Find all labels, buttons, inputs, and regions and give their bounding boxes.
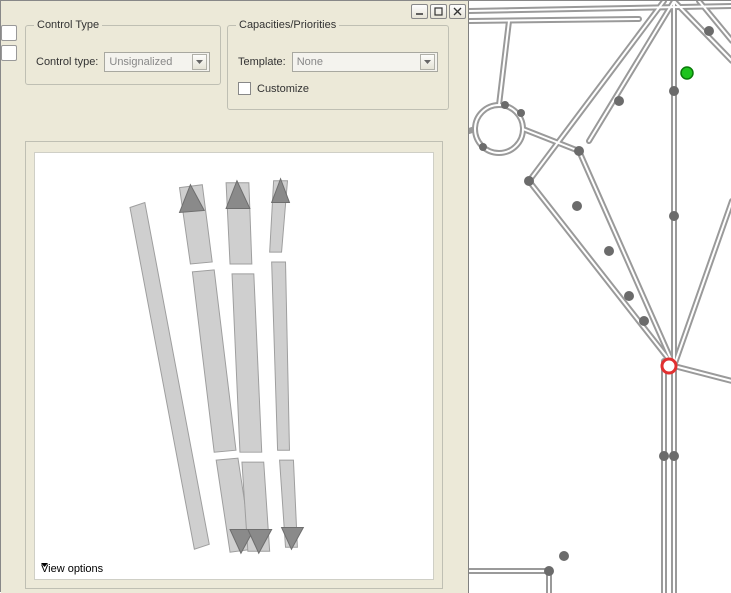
capacities-priorities-group: Capacities/Priorities Template: None Cus… bbox=[227, 25, 449, 110]
preview-frame: View options bbox=[25, 141, 443, 589]
left-tool-column bbox=[1, 25, 21, 65]
template-select[interactable]: None bbox=[292, 52, 438, 72]
junction-preview-canvas[interactable]: View options bbox=[34, 152, 434, 580]
selected-node-marker[interactable] bbox=[662, 359, 676, 373]
active-node-marker[interactable] bbox=[681, 67, 693, 79]
junction-dialog-panel: Control Type Control type: Unsignalized … bbox=[1, 1, 469, 593]
control-type-title: Control Type bbox=[34, 19, 102, 31]
chevron-down-icon bbox=[41, 563, 103, 575]
chevron-down-icon bbox=[420, 54, 435, 70]
control-type-group: Control Type Control type: Unsignalized bbox=[25, 25, 221, 85]
minimize-button[interactable] bbox=[411, 4, 428, 19]
control-type-value: Unsignalized bbox=[109, 56, 172, 68]
customize-label: Customize bbox=[257, 83, 309, 95]
control-type-select[interactable]: Unsignalized bbox=[104, 52, 210, 72]
tool-button-2[interactable] bbox=[1, 45, 17, 61]
window-titlebar-buttons bbox=[411, 1, 468, 21]
control-type-label: Control type: bbox=[36, 56, 98, 68]
capacities-title: Capacities/Priorities bbox=[236, 19, 339, 31]
chevron-down-icon bbox=[192, 54, 207, 70]
maximize-button[interactable] bbox=[430, 4, 447, 19]
customize-checkbox[interactable] bbox=[238, 82, 251, 95]
view-options-button[interactable]: View options bbox=[41, 563, 103, 575]
close-button[interactable] bbox=[449, 4, 466, 19]
tool-button-1[interactable] bbox=[1, 25, 17, 41]
template-value: None bbox=[297, 56, 323, 68]
template-label: Template: bbox=[238, 56, 286, 68]
network-map-canvas[interactable] bbox=[469, 1, 731, 593]
